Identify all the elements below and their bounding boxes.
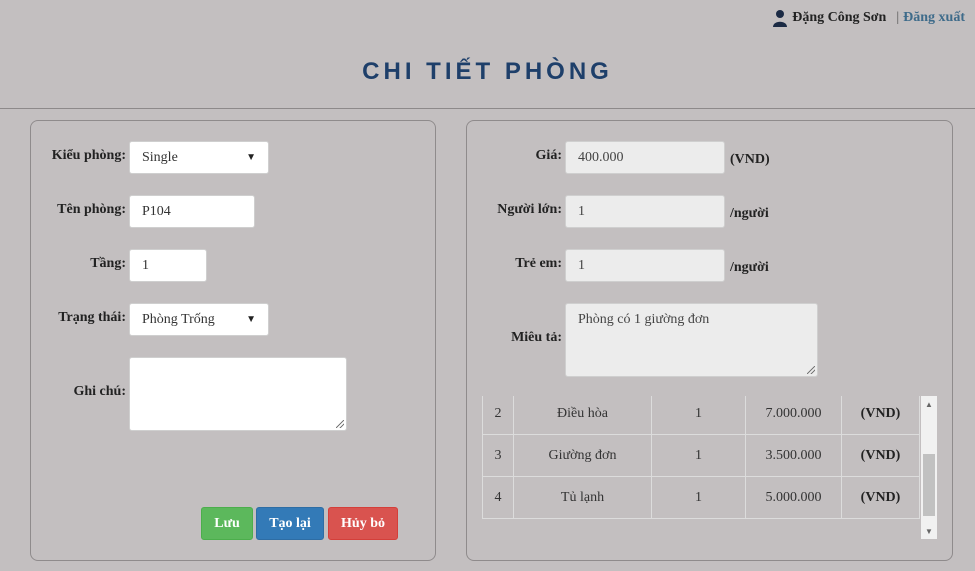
room-name-label: Tên phòng:	[57, 202, 126, 217]
table-row: 4 Tủ lạnh 1 5.000.000 (VND)	[482, 476, 920, 519]
item-unit: (VND)	[841, 434, 920, 477]
item-name: Tủ lạnh	[513, 476, 652, 519]
scrollbar-thumb[interactable]	[923, 454, 935, 516]
adults-label: Người lớn:	[497, 202, 562, 217]
chevron-down-icon: ▼	[246, 314, 256, 325]
room-name-input[interactable]: P104	[129, 195, 255, 228]
item-price: 3.500.000	[745, 434, 842, 477]
item-unit: (VND)	[841, 396, 920, 435]
row-number: 2	[482, 396, 514, 435]
user-icon	[773, 10, 788, 27]
item-name: Giường đơn	[513, 434, 652, 477]
item-quantity: 1	[651, 434, 746, 477]
note-textarea[interactable]	[129, 357, 347, 431]
table-row: 3 Giường đơn 1 3.500.000 (VND)	[482, 434, 920, 477]
children-label: Trẻ em:	[515, 256, 562, 271]
user-bar: Đặng Công Sơn | Đăng xuất	[772, 6, 965, 30]
separator: |	[896, 10, 900, 25]
scroll-down-icon[interactable]: ▼	[921, 523, 937, 539]
page-title: CHI TIẾT PHÒNG	[362, 58, 613, 85]
adults-input[interactable]: 1	[565, 195, 725, 228]
row-number: 4	[482, 476, 514, 519]
divider	[0, 108, 975, 109]
equipment-table-container[interactable]: 2 Điều hòa 1 7.000.000 (VND) 3 Giường đơ…	[482, 396, 937, 539]
item-quantity: 1	[651, 476, 746, 519]
item-name: Điều hòa	[513, 396, 652, 435]
status-select[interactable]: Phòng Trống ▼	[129, 303, 269, 336]
room-type-value: Single	[142, 149, 178, 165]
item-price: 5.000.000	[745, 476, 842, 519]
price-input[interactable]: 400.000	[565, 141, 725, 174]
scroll-up-icon[interactable]: ▲	[921, 396, 937, 412]
equipment-table: 2 Điều hòa 1 7.000.000 (VND) 3 Giường đơ…	[482, 396, 920, 519]
status-label: Trạng thái:	[58, 310, 126, 325]
row-number: 3	[482, 434, 514, 477]
item-price: 7.000.000	[745, 396, 842, 435]
chevron-down-icon: ▼	[246, 152, 256, 163]
description-value: Phòng có 1 giường đơn	[578, 312, 710, 327]
user-name[interactable]: Đặng Công Sơn	[792, 10, 886, 26]
item-quantity: 1	[651, 396, 746, 435]
adults-unit: /người	[730, 206, 769, 221]
children-unit: /người	[730, 260, 769, 275]
floor-label: Tầng:	[90, 256, 126, 271]
status-value: Phòng Trống	[142, 311, 215, 327]
table-scrollbar[interactable]: ▲ ▼	[921, 396, 937, 539]
cancel-button[interactable]: Hủy bỏ	[328, 507, 398, 540]
floor-input[interactable]: 1	[129, 249, 207, 282]
note-label: Ghi chú:	[73, 384, 126, 399]
item-unit: (VND)	[841, 476, 920, 519]
reset-button[interactable]: Tạo lại	[256, 507, 324, 540]
room-type-select[interactable]: Single ▼	[129, 141, 269, 174]
description-textarea[interactable]: Phòng có 1 giường đơn	[565, 303, 818, 377]
resize-handle-icon[interactable]	[807, 366, 815, 374]
room-type-label: Kiểu phòng:	[51, 148, 126, 163]
save-button[interactable]: Lưu	[201, 507, 253, 540]
resize-handle-icon[interactable]	[336, 420, 344, 428]
room-info-panel	[30, 120, 436, 561]
table-row: 2 Điều hòa 1 7.000.000 (VND)	[482, 396, 920, 435]
children-input[interactable]: 1	[565, 249, 725, 282]
price-label: Giá:	[535, 148, 562, 163]
logout-link[interactable]: Đăng xuất	[903, 10, 965, 26]
price-unit: (VND)	[730, 152, 770, 167]
description-label: Miêu tả:	[511, 330, 562, 345]
